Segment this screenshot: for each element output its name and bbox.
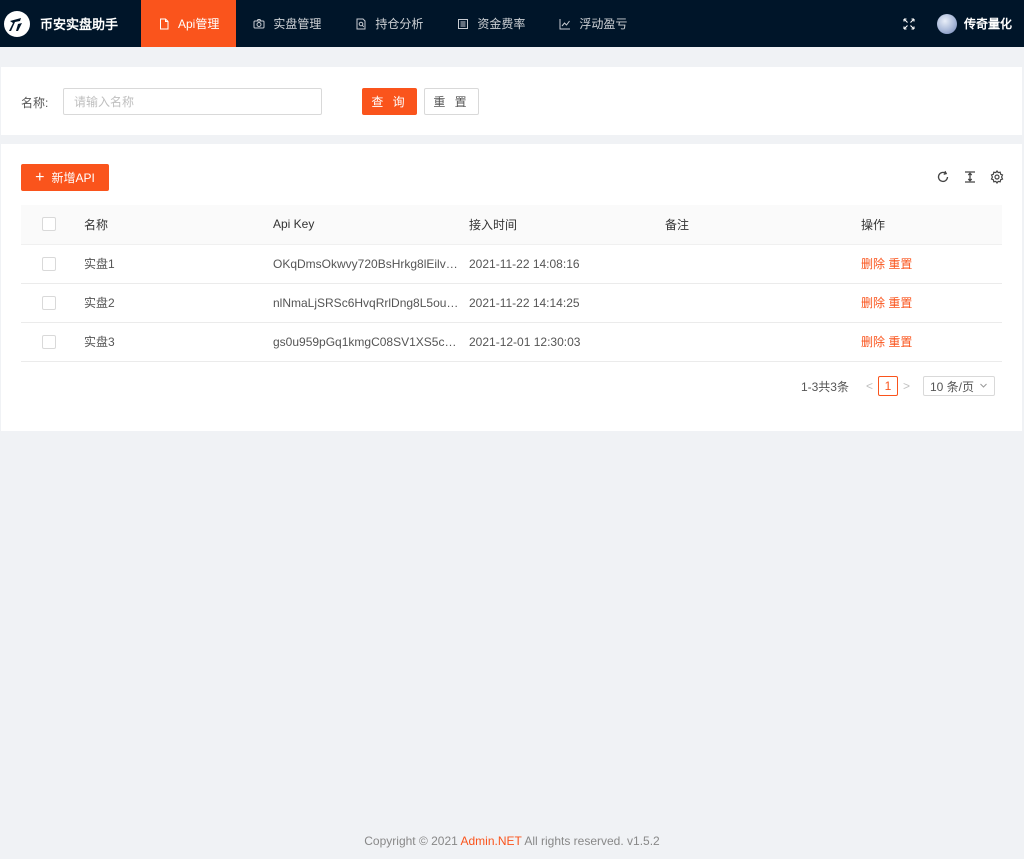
table-tools: [936, 170, 1004, 184]
header-api-key: Api Key: [273, 205, 469, 245]
row-check-cell: [21, 322, 77, 362]
table-row: 实盘3 gs0u959pGq1kmgC08SV1XS5cia... 2021-1…: [21, 322, 1002, 362]
delete-link[interactable]: 删除: [861, 257, 885, 271]
row-ops: 删除 重置: [861, 244, 1002, 284]
table-panel: + 新增API 名称 Api Key 接入时间 备注 操作 实盘1 OKqDms…: [1, 144, 1022, 431]
prev-page-icon[interactable]: <: [866, 379, 873, 393]
pagination: 1-3共3条 < 1 > 10 条/页: [801, 376, 995, 396]
nav-item-funding[interactable]: 资金费率: [440, 0, 542, 47]
user-menu[interactable]: 传奇量化: [936, 13, 1012, 34]
next-page-icon[interactable]: >: [903, 379, 910, 393]
row-name: 实盘1: [77, 244, 273, 284]
header-name: 名称: [77, 205, 273, 245]
add-api-label: 新增API: [51, 171, 95, 185]
select-all-checkbox[interactable]: [42, 217, 56, 232]
row-ops: 删除 重置: [861, 283, 1002, 323]
footer-brand-link[interactable]: Admin.NET: [461, 834, 522, 848]
row-checkbox[interactable]: [42, 256, 56, 271]
table-row: 实盘1 OKqDmsOkwvy720BsHrkg8lEilvv... 2021-…: [21, 244, 1002, 284]
fullscreen-icon[interactable]: [903, 17, 915, 30]
row-time: 2021-11-22 14:08:16: [469, 244, 665, 284]
app-title: 币安实盘助手: [40, 17, 119, 32]
file-search-icon: [355, 18, 367, 30]
footer-copyright: Copyright © 2021: [364, 834, 461, 848]
brand[interactable]: 币安实盘助手: [0, 0, 141, 47]
refresh-icon[interactable]: [936, 170, 950, 184]
table-header-row: 名称 Api Key 接入时间 备注 操作: [21, 205, 1002, 245]
nav-item-position[interactable]: 持仓分析: [338, 0, 440, 47]
chevron-down-icon: [979, 379, 988, 393]
header-right: 传奇量化: [903, 0, 1024, 47]
delete-link[interactable]: 删除: [861, 296, 885, 310]
plus-icon: +: [35, 168, 45, 186]
row-api-key: nlNmaLjSRSc6HvqRrlDng8L5ouD...: [273, 283, 469, 323]
nav-item-label: Api管理: [178, 17, 220, 31]
row-name: 实盘2: [77, 283, 273, 323]
logo-icon: [4, 10, 30, 37]
add-api-button[interactable]: + 新增API: [21, 164, 109, 191]
row-note: [665, 322, 861, 362]
top-nav: Api管理 实盘管理 持仓分析 资金费率 浮动盈亏: [141, 0, 644, 47]
footer-version: All rights reserved. v1.5.2: [521, 834, 660, 848]
nav-item-label: 资金费率: [477, 17, 526, 31]
reset-button[interactable]: 重 置: [424, 88, 479, 115]
delete-link[interactable]: 删除: [861, 335, 885, 349]
header-note: 备注: [665, 205, 861, 245]
row-api-key: OKqDmsOkwvy720BsHrkg8lEilvv...: [273, 244, 469, 284]
api-table: 名称 Api Key 接入时间 备注 操作 实盘1 OKqDmsOkwvy720…: [21, 205, 1002, 362]
top-header: 币安实盘助手 Api管理 实盘管理 持仓分析 资金费率 浮动盈亏 传奇量化: [0, 0, 1024, 47]
nav-item-label: 持仓分析: [375, 17, 424, 31]
select-all-cell: [21, 205, 77, 245]
name-label: 名称:: [21, 96, 49, 110]
reset-link[interactable]: 重置: [888, 335, 912, 349]
list-icon: [457, 18, 469, 30]
row-api-key: gs0u959pGq1kmgC08SV1XS5cia...: [273, 322, 469, 362]
camera-icon: [253, 18, 265, 30]
query-button[interactable]: 查 询: [362, 88, 417, 115]
name-search-input[interactable]: [63, 88, 322, 115]
row-time: 2021-11-22 14:14:25: [469, 283, 665, 323]
line-chart-icon: [559, 18, 571, 30]
row-checkbox[interactable]: [42, 334, 56, 349]
nav-item-api[interactable]: Api管理: [141, 0, 237, 47]
nav-item-label: 实盘管理: [273, 17, 322, 31]
nav-item-label: 浮动盈亏: [579, 17, 628, 31]
header-time: 接入时间: [469, 205, 665, 245]
pagination-total: 1-3共3条: [800, 379, 849, 394]
row-note: [665, 283, 861, 323]
row-check-cell: [21, 283, 77, 323]
row-checkbox[interactable]: [42, 295, 56, 310]
reset-link[interactable]: 重置: [888, 257, 912, 271]
page-size-value: 10 条/页: [930, 379, 975, 394]
row-time: 2021-12-01 12:30:03: [469, 322, 665, 362]
file-icon: [158, 18, 170, 30]
row-note: [665, 244, 861, 284]
row-ops: 删除 重置: [861, 322, 1002, 362]
setting-icon[interactable]: [990, 170, 1004, 184]
avatar: [936, 13, 957, 34]
username: 传奇量化: [963, 17, 1012, 31]
reset-link[interactable]: 重置: [888, 296, 912, 310]
search-panel: 名称: 查 询 重 置: [1, 67, 1022, 135]
page-number[interactable]: 1: [877, 376, 898, 396]
page-size-select[interactable]: 10 条/页: [923, 376, 995, 396]
column-height-icon[interactable]: [963, 170, 977, 184]
nav-item-pnl[interactable]: 浮动盈亏: [542, 0, 644, 47]
header-ops: 操作: [861, 205, 1002, 245]
table-row: 实盘2 nlNmaLjSRSc6HvqRrlDng8L5ouD... 2021-…: [21, 283, 1002, 323]
row-name: 实盘3: [77, 322, 273, 362]
footer: Copyright © 2021 Admin.NET All rights re…: [0, 834, 1024, 848]
row-check-cell: [21, 244, 77, 284]
nav-item-live[interactable]: 实盘管理: [236, 0, 338, 47]
